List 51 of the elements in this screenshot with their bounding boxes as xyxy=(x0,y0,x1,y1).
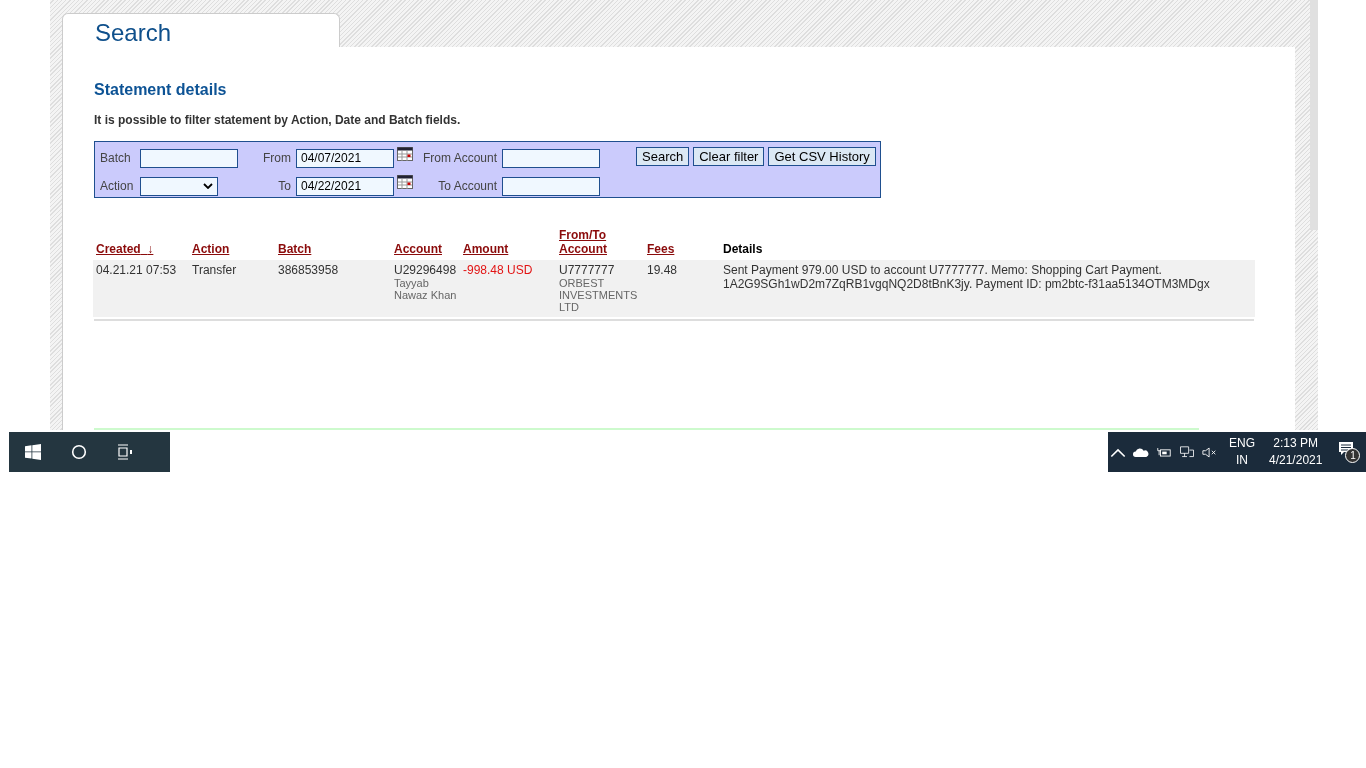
region-indicator[interactable]: IN xyxy=(1236,452,1248,469)
calendar-icon[interactable] xyxy=(397,175,413,189)
from-date-field[interactable]: 04/07/2021 xyxy=(296,148,394,168)
sort-link[interactable]: Action xyxy=(192,242,230,256)
notification-count: 1 xyxy=(1345,448,1361,463)
sort-link[interactable]: Created ↓ xyxy=(96,242,154,256)
batch-field[interactable] xyxy=(140,148,238,168)
table-cell: 04.21.21 07:53 xyxy=(96,263,177,277)
search-icon[interactable] xyxy=(71,444,87,460)
sort-link[interactable]: Fees xyxy=(647,242,675,256)
action-dropdown[interactable] xyxy=(140,176,218,196)
amount-cell: -998.48 USD xyxy=(463,263,533,277)
filter-button[interactable]: Get CSV History xyxy=(768,147,876,166)
battery-icon[interactable] xyxy=(1156,445,1172,459)
calendar-icon[interactable] xyxy=(397,147,413,161)
column-header: Details xyxy=(723,242,763,256)
to-date-field[interactable]: 04/22/2021 xyxy=(296,176,394,196)
table-cell: Transfer xyxy=(192,263,237,277)
table-cell: 386853958 xyxy=(278,263,339,277)
from-account-field[interactable] xyxy=(502,148,600,168)
chevron-down-icon xyxy=(203,183,213,189)
filter-button[interactable]: Search xyxy=(636,147,690,166)
table-cell-text: U7777777 xyxy=(559,263,616,277)
windows-start-icon[interactable] xyxy=(25,444,41,460)
sort-link[interactable]: From/To Account xyxy=(559,228,641,256)
field-label: Batch xyxy=(100,151,132,165)
network-icon[interactable] xyxy=(1179,445,1195,459)
table-cell: U29296498 xyxy=(394,263,457,277)
clock-time[interactable]: 2:13 PM xyxy=(1273,435,1319,452)
filter-button[interactable]: Clear filter xyxy=(693,147,765,166)
intro-text: It is possible to filter statement by Action, Date and Batch fields. xyxy=(94,113,462,127)
scrollbar[interactable] xyxy=(1310,0,1318,230)
sort-link[interactable]: Account xyxy=(394,242,442,256)
field-label: To Account xyxy=(437,179,498,193)
speaker-muted-icon[interactable] xyxy=(1202,445,1218,459)
section-heading: Statement details xyxy=(94,80,228,99)
sort-link[interactable]: Amount xyxy=(463,242,509,256)
page-title: Search xyxy=(95,19,172,47)
field-label: From Account xyxy=(421,151,498,165)
task-view-icon[interactable] xyxy=(117,444,133,460)
field-label: From xyxy=(262,151,292,165)
account-name: ORBEST INVESTMENTS LTD xyxy=(559,277,639,313)
to-account-field[interactable] xyxy=(502,176,600,196)
sort-link[interactable]: Batch xyxy=(278,242,312,256)
language-indicator[interactable]: ENG xyxy=(1229,435,1255,452)
details-text: Sent Payment 979.00 USD to account U7777777. Memo: Shopping Cart Payment. 1A2G9SGh1wD2m7ZqRB1vgqNQ2D8tBnK3jy. Payment ID: pm2btc-f31aa5134OTM3MDgx xyxy=(723,263,1211,291)
field-label: Action xyxy=(100,179,135,193)
field-label: To xyxy=(277,179,292,193)
account-name: Tayyab Nawaz Khan xyxy=(394,277,457,301)
table-cell: 19.48 xyxy=(647,263,678,277)
clock-date[interactable]: 4/21/2021 xyxy=(1269,452,1323,469)
